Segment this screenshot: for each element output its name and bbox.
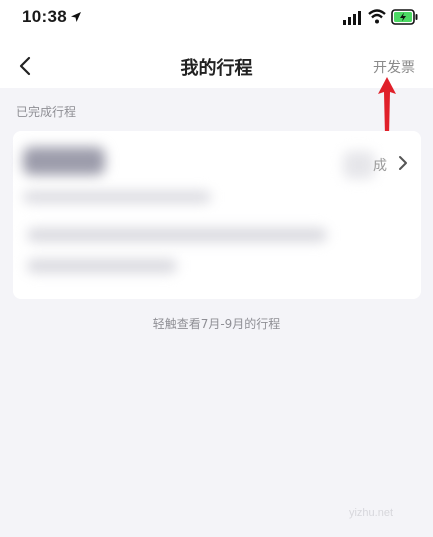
- invoice-button[interactable]: 开发票: [373, 57, 415, 77]
- annotation-arrow-icon: [378, 77, 396, 136]
- status-time: 10:38: [22, 7, 67, 26]
- watermark: yizhu.net: [348, 507, 393, 519]
- redacted-text: [27, 228, 327, 242]
- chevron-right-icon: [399, 156, 407, 170]
- cellular-signal-icon: [343, 11, 361, 25]
- page-title: 我的行程: [180, 58, 253, 79]
- battery-charging-icon: [391, 9, 418, 25]
- redacted-title: [23, 147, 105, 175]
- wifi-icon: [368, 9, 386, 24]
- location-arrow-icon: [71, 12, 81, 22]
- redacted-status: [343, 151, 375, 179]
- view-history-link[interactable]: 轻触查看7月-9月的行程: [0, 315, 433, 332]
- redacted-text: [27, 259, 177, 273]
- trip-card[interactable]: 成: [13, 131, 421, 299]
- redacted-text: [23, 191, 211, 203]
- completed-trips-label: 已完成行程: [16, 105, 77, 119]
- trip-status: 成: [373, 158, 387, 174]
